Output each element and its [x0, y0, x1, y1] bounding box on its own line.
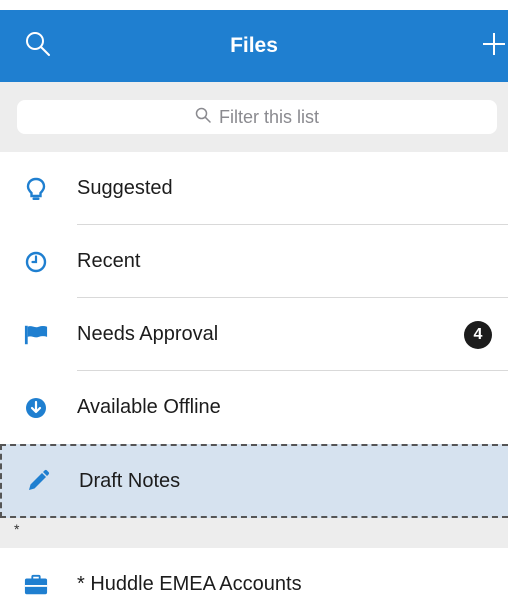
download-circle-icon: [24, 396, 48, 420]
filter-placeholder: Filter this list: [218, 106, 319, 127]
page-title: Files: [230, 34, 278, 57]
list-item-label: Needs Approval: [77, 323, 219, 345]
files-list: Suggested Recent Needs Approval 4 Availa…: [0, 152, 508, 612]
section-header: *: [0, 518, 508, 548]
list-item-label: Suggested: [77, 177, 173, 199]
search-icon[interactable]: [24, 30, 52, 58]
clock-icon: [24, 250, 48, 274]
filter-input[interactable]: Filter this list: [17, 100, 497, 134]
pencil-icon: [26, 469, 50, 493]
lightbulb-icon: [24, 177, 48, 201]
list-item-label: Available Offline: [77, 396, 221, 418]
list-item-recent[interactable]: Recent: [0, 225, 508, 298]
briefcase-icon: [24, 573, 48, 597]
navigation-bar: Files: [0, 10, 508, 82]
list-item-draft-notes[interactable]: Draft Notes: [0, 444, 508, 518]
list-item-label: Recent: [77, 250, 141, 272]
plus-icon[interactable]: [480, 30, 508, 58]
list-item-label: * Huddle EMEA Accounts: [77, 573, 302, 595]
list-item-available-offline[interactable]: Available Offline: [0, 371, 508, 444]
list-item-huddle-emea-accounts[interactable]: * Huddle EMEA Accounts: [0, 548, 508, 612]
list-item-needs-approval[interactable]: Needs Approval 4: [0, 298, 508, 371]
count-badge: 4: [464, 320, 492, 349]
search-icon: [195, 107, 211, 128]
list-item-suggested[interactable]: Suggested: [0, 152, 508, 225]
status-bar-gap: [0, 0, 508, 10]
list-item-label: Draft Notes: [79, 469, 181, 492]
filter-bar: Filter this list: [0, 82, 508, 152]
flag-icon: [24, 323, 48, 347]
